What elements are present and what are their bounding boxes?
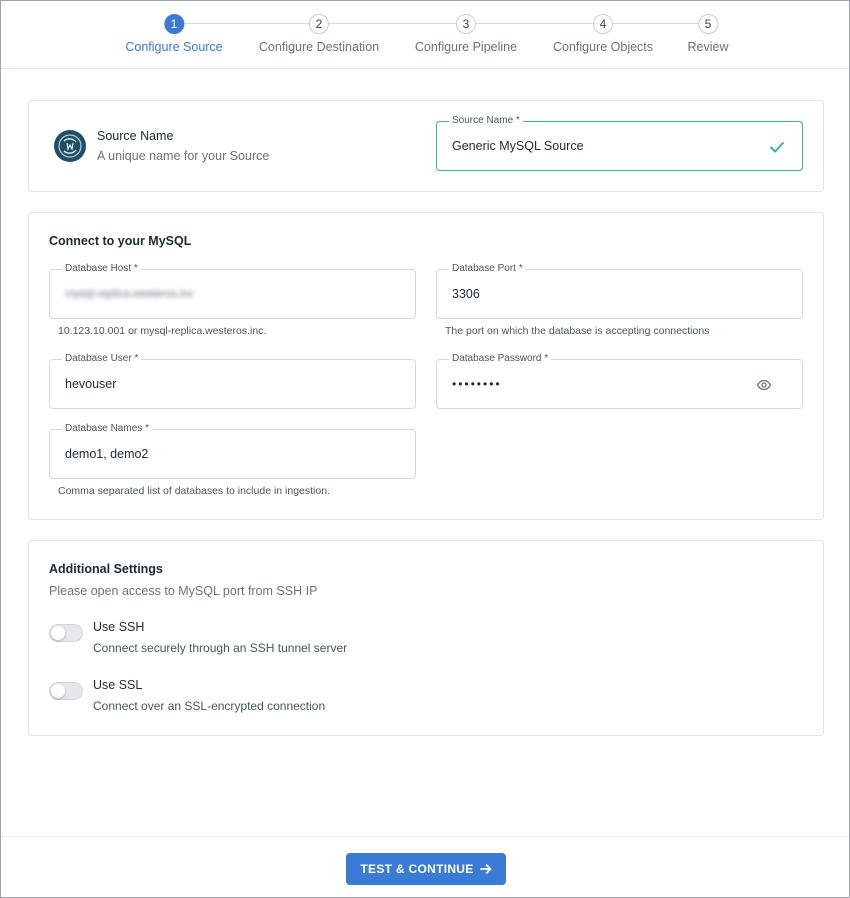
button-label: TEST & CONTINUE bbox=[360, 862, 474, 876]
field-value: hevouser bbox=[65, 377, 117, 391]
step-number: 3 bbox=[456, 14, 476, 34]
step-configure-destination[interactable]: 2 Configure Destination bbox=[259, 14, 379, 54]
stepper: 1 Configure Source 2 Configure Destinati… bbox=[1, 1, 849, 69]
source-name-title: Source Name bbox=[97, 129, 174, 143]
database-port-hint: The port on which the database is accept… bbox=[445, 325, 710, 337]
use-ssl-label: Use SSL bbox=[93, 678, 143, 692]
test-and-continue-button[interactable]: TEST & CONTINUE bbox=[346, 853, 506, 885]
use-ssh-toggle[interactable] bbox=[49, 624, 83, 642]
field-label: Database Names * bbox=[62, 423, 152, 435]
check-icon bbox=[770, 142, 784, 153]
step-label: Review bbox=[687, 40, 729, 54]
field-label: Database Host * bbox=[62, 263, 141, 275]
database-names-hint: Comma separated list of databases to inc… bbox=[58, 485, 330, 497]
source-name-card: Source Name A unique name for your Sourc… bbox=[28, 100, 824, 192]
use-ssh-label: Use SSH bbox=[93, 620, 145, 634]
step-number: 4 bbox=[593, 14, 613, 34]
use-ssh-description: Connect securely through an SSH tunnel s… bbox=[93, 641, 348, 655]
step-label: Configure Destination bbox=[258, 40, 380, 54]
use-ssl-description: Connect over an SSL-encrypted connection bbox=[93, 699, 326, 713]
step-number: 2 bbox=[309, 14, 329, 34]
field-value: demo1, demo2 bbox=[65, 447, 149, 461]
mysql-logo-icon bbox=[54, 130, 86, 162]
database-user-field[interactable]: Database User * hevouser bbox=[49, 353, 416, 409]
additional-settings-card: Additional Settings Please open access t… bbox=[28, 540, 824, 736]
field-label: Database Port * bbox=[449, 263, 526, 275]
step-number: 1 bbox=[164, 14, 184, 34]
step-configure-objects[interactable]: 4 Configure Objects bbox=[553, 14, 653, 54]
step-configure-pipeline[interactable]: 3 Configure Pipeline bbox=[415, 14, 517, 54]
field-value: 3306 bbox=[452, 287, 480, 301]
database-host-field[interactable]: Database Host * mysql-replica.westeros.i… bbox=[49, 263, 416, 319]
arrow-right-icon bbox=[479, 864, 491, 874]
additional-settings-title: Additional Settings bbox=[49, 562, 163, 576]
source-name-field[interactable]: Source Name * Generic MySQL Source bbox=[436, 115, 803, 171]
step-configure-source[interactable]: 1 Configure Source bbox=[125, 14, 223, 54]
database-port-field[interactable]: Database Port * 3306 bbox=[436, 263, 803, 319]
field-value: Generic MySQL Source bbox=[452, 139, 584, 153]
database-password-field[interactable]: Database Password * •••••••• bbox=[436, 353, 803, 409]
database-host-hint: 10.123.10.001 or mysql-replica.westeros.… bbox=[58, 325, 267, 337]
field-label: Database Password * bbox=[449, 353, 552, 365]
use-ssl-toggle[interactable] bbox=[49, 682, 83, 700]
step-label: Configure Objects bbox=[552, 40, 654, 54]
connect-card: Connect to your MySQL Database Host * my… bbox=[28, 212, 824, 520]
toggle-knob bbox=[51, 626, 65, 640]
step-label: Configure Pipeline bbox=[414, 40, 518, 54]
eye-icon[interactable] bbox=[756, 377, 772, 393]
connect-title: Connect to your MySQL bbox=[49, 234, 192, 248]
step-number: 5 bbox=[698, 14, 718, 34]
field-value: •••••••• bbox=[452, 377, 502, 391]
field-value: mysql-replica.westeros.inc bbox=[65, 288, 194, 300]
toggle-knob bbox=[51, 684, 65, 698]
footer: TEST & CONTINUE bbox=[1, 836, 849, 897]
source-name-subtitle: A unique name for your Source bbox=[97, 149, 270, 163]
step-review[interactable]: 5 Review bbox=[688, 14, 729, 54]
additional-settings-subtitle: Please open access to MySQL port from SS… bbox=[49, 584, 318, 598]
step-label: Configure Source bbox=[125, 40, 223, 54]
field-label: Source Name * bbox=[449, 115, 523, 127]
field-label: Database User * bbox=[62, 353, 142, 365]
database-names-field[interactable]: Database Names * demo1, demo2 bbox=[49, 423, 416, 479]
